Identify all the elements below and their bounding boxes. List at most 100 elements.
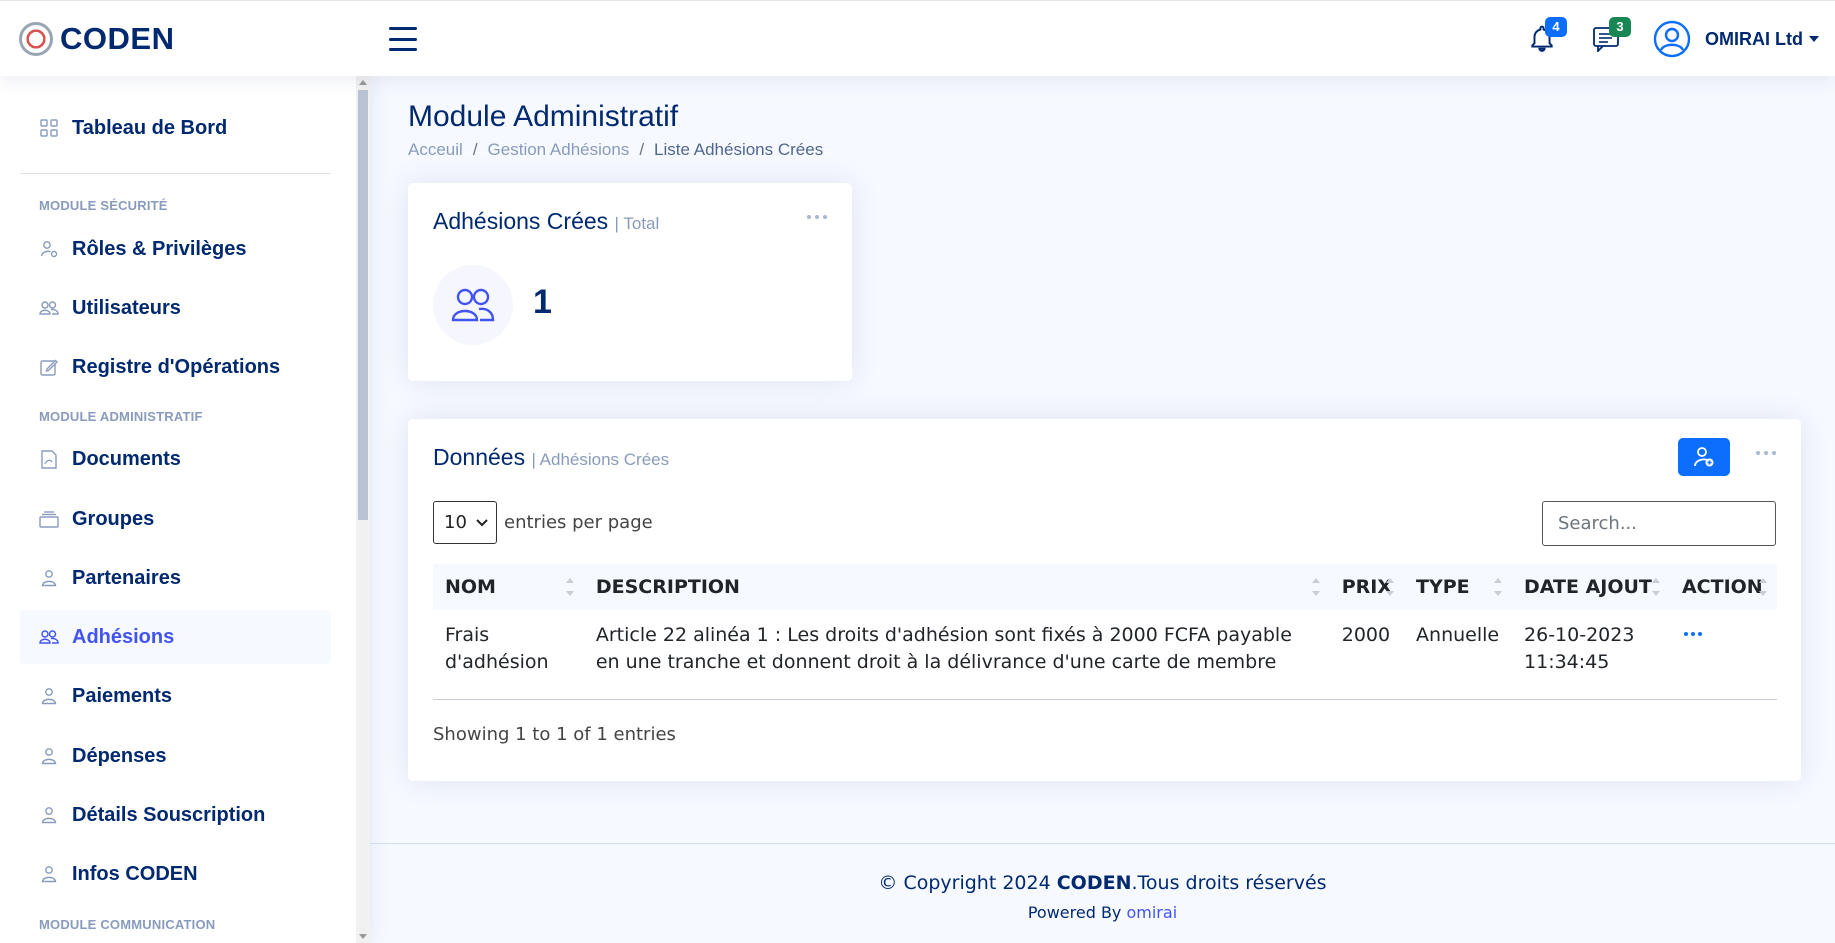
sidebar-item-label: Infos CODEN bbox=[72, 862, 198, 885]
data-card-title-text: Données bbox=[433, 444, 526, 470]
sidebar-item-label: Groupes bbox=[72, 507, 155, 530]
messages-button[interactable]: 3 bbox=[1589, 17, 1632, 56]
sidebar-item-label: Registre d'Opérations bbox=[72, 355, 281, 378]
stat-icon-circle bbox=[433, 265, 513, 345]
adhesions-table: NOM DESCRIPTION PRIX TYPE DATE AJOUT ACT… bbox=[433, 564, 1777, 690]
sidebar-item-infos[interactable]: Infos CODEN bbox=[20, 847, 331, 901]
col-nom[interactable]: NOM bbox=[433, 564, 584, 610]
notifications-badge: 4 bbox=[1545, 17, 1568, 37]
chevron-down-icon bbox=[476, 518, 488, 526]
sort-icon bbox=[1759, 578, 1767, 596]
sidebar-item-label: Utilisateurs bbox=[72, 296, 181, 319]
powered-by-link[interactable]: omirai bbox=[1126, 903, 1177, 922]
sidebar-item-partners[interactable]: Partenaires bbox=[20, 551, 331, 605]
sort-icon bbox=[1311, 578, 1320, 596]
cell-action bbox=[1670, 610, 1777, 690]
edit-icon bbox=[39, 357, 59, 377]
col-type[interactable]: TYPE bbox=[1404, 564, 1513, 610]
sidebar-item-subscription[interactable]: Détails Souscription bbox=[20, 788, 331, 842]
logo-icon bbox=[19, 21, 53, 56]
scroll-up-icon[interactable] bbox=[359, 80, 367, 85]
breadcrumb-gestion[interactable]: Gestion Adhésions bbox=[488, 140, 630, 160]
chevron-down-icon bbox=[1809, 36, 1819, 42]
scrollbar-thumb[interactable] bbox=[358, 90, 368, 520]
cell-description: Article 22 alinéa 1 : Les droits d'adhés… bbox=[595, 624, 1292, 673]
showing-entries-info: Showing 1 to 1 of 1 entries bbox=[433, 724, 676, 745]
user-circle-icon bbox=[1653, 20, 1691, 58]
notifications-button[interactable]: 4 bbox=[1525, 17, 1568, 56]
breadcrumb: Acceuil / Gestion Adhésions / Liste Adhé… bbox=[408, 140, 823, 160]
scroll-down-icon[interactable] bbox=[359, 934, 367, 939]
person-icon bbox=[39, 746, 59, 766]
sidebar-divider bbox=[20, 173, 331, 174]
copyright-prefix: © Copyright 2024 bbox=[878, 872, 1057, 894]
people-icon bbox=[451, 288, 495, 322]
nav-heading-communication: MODULE COMMUNICATION bbox=[39, 917, 216, 932]
breadcrumb-home[interactable]: Acceuil bbox=[408, 140, 463, 160]
data-card: Données | Adhésions Crées 10 entries per… bbox=[408, 419, 1801, 781]
sidebar-item-documents[interactable]: Documents bbox=[20, 432, 331, 486]
top-header: CODEN 4 3 OMIRAI Ltd bbox=[0, 0, 1835, 76]
col-prix[interactable]: PRIX bbox=[1329, 564, 1405, 610]
sidebar-scrollbar[interactable] bbox=[356, 76, 370, 943]
sidebar-item-dashboard[interactable]: Tableau de Bord bbox=[20, 101, 331, 155]
page-size-select[interactable]: 10 bbox=[433, 501, 497, 544]
sidebar-item-adhesions[interactable]: Adhésions bbox=[20, 610, 331, 664]
app-logo[interactable]: CODEN bbox=[19, 21, 379, 57]
sort-icon bbox=[1386, 578, 1395, 596]
copyright-suffix: .Tous droits réservés bbox=[1131, 872, 1327, 894]
col-action[interactable]: ACTION bbox=[1669, 564, 1777, 610]
sidebar-item-label: Paiements bbox=[72, 684, 173, 707]
footer: © Copyright 2024 CODEN.Tous droits réser… bbox=[370, 843, 1835, 943]
sidebar-item-label: Dépenses bbox=[72, 744, 167, 767]
sidebar-item-groups[interactable]: Groupes bbox=[20, 492, 331, 546]
cell-type: Annuelle bbox=[1416, 624, 1500, 646]
stat-card: Adhésions Crées | Total 1 bbox=[408, 183, 852, 381]
search-input[interactable] bbox=[1542, 501, 1776, 546]
stack-icon bbox=[39, 509, 59, 529]
cell-date: 26-10-2023 11:34:45 bbox=[1524, 624, 1635, 673]
people-icon bbox=[39, 298, 59, 318]
table-row: Frais d'adhésion Article 22 alinéa 1 : L… bbox=[433, 610, 1777, 690]
user-add-icon bbox=[1694, 447, 1714, 467]
sidebar-item-label: Tableau de Bord bbox=[72, 116, 228, 139]
cell-nom: Frais d'adhésion bbox=[445, 624, 549, 673]
profile-dropdown[interactable]: OMIRAI Ltd bbox=[1653, 20, 1819, 58]
breadcrumb-separator: / bbox=[472, 140, 478, 159]
sort-icon bbox=[1494, 578, 1503, 596]
app-name: CODEN bbox=[60, 20, 175, 56]
col-date-ajout[interactable]: DATE AJOUT bbox=[1512, 564, 1670, 610]
row-action-button[interactable] bbox=[1683, 632, 1702, 636]
sidebar: Tableau de Bord MODULE SÉCURITÉ Rôles & … bbox=[0, 76, 370, 943]
sidebar-item-label: Rôles & Privilèges bbox=[72, 237, 247, 260]
user-gear-icon bbox=[39, 239, 59, 259]
person-icon bbox=[39, 864, 59, 884]
sidebar-item-label: Partenaires bbox=[72, 566, 181, 589]
powered-by: Powered By omirai bbox=[370, 903, 1835, 922]
nav-heading-security: MODULE SÉCURITÉ bbox=[39, 198, 168, 213]
data-card-menu-button[interactable] bbox=[1756, 448, 1776, 458]
people-icon bbox=[39, 627, 59, 647]
sidebar-item-users[interactable]: Utilisateurs bbox=[20, 281, 331, 335]
col-description[interactable]: DESCRIPTION bbox=[583, 564, 1330, 610]
page-title: Module Administratif bbox=[408, 100, 679, 133]
person-icon bbox=[39, 805, 59, 825]
table-divider bbox=[433, 699, 1777, 700]
entries-label: entries per page bbox=[504, 512, 653, 533]
sidebar-item-roles[interactable]: Rôles & Privilèges bbox=[20, 222, 331, 276]
sidebar-item-label: Détails Souscription bbox=[72, 803, 266, 826]
nav-heading-admin: MODULE ADMINISTRATIF bbox=[39, 409, 203, 424]
menu-toggle-button[interactable] bbox=[389, 27, 417, 51]
sidebar-item-label: Adhésions bbox=[72, 625, 175, 648]
add-adhesion-button[interactable] bbox=[1678, 438, 1730, 476]
sidebar-item-registry[interactable]: Registre d'Opérations bbox=[20, 340, 331, 394]
sidebar-item-label: Documents bbox=[72, 447, 181, 470]
person-icon bbox=[39, 568, 59, 588]
sidebar-item-expenses[interactable]: Dépenses bbox=[20, 729, 331, 783]
person-icon bbox=[39, 686, 59, 706]
sidebar-item-payments[interactable]: Paiements bbox=[20, 669, 331, 723]
stat-card-title-text: Adhésions Crées bbox=[433, 208, 609, 234]
profile-name: OMIRAI Ltd bbox=[1705, 28, 1803, 49]
stat-card-menu-button[interactable] bbox=[807, 212, 827, 222]
copyright-brand: CODEN bbox=[1056, 872, 1132, 894]
